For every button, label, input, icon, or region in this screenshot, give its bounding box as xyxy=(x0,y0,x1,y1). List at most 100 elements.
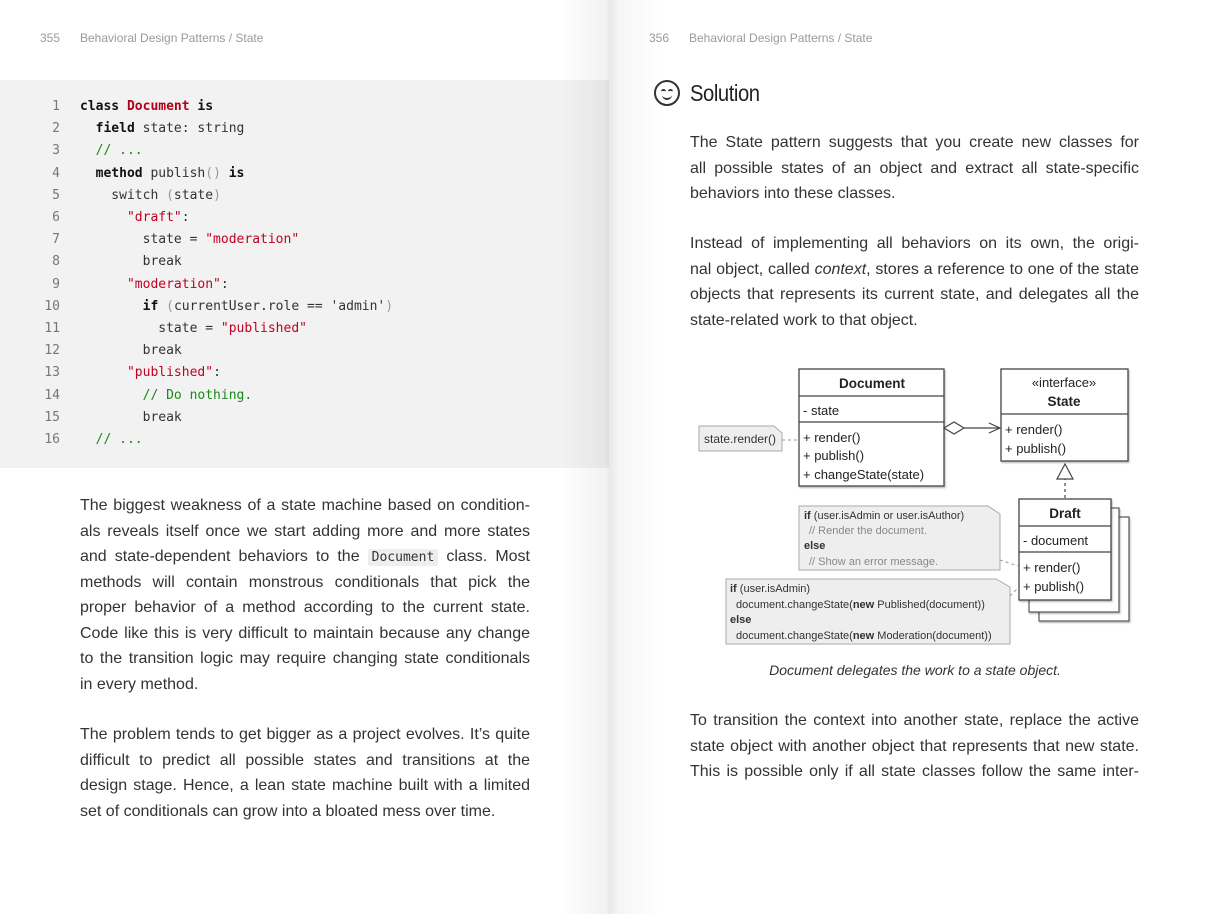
page-number: 355 xyxy=(40,31,61,45)
state-class-name: State xyxy=(1047,394,1081,409)
state-stereotype: «interface» xyxy=(1032,375,1096,390)
code-token: "published" xyxy=(126,365,214,381)
running-title: Behavioral Design Patterns / State xyxy=(80,31,264,45)
code-token: break xyxy=(80,254,182,270)
realization-arrow xyxy=(1056,462,1074,498)
text-line: proper behavior of a method according to… xyxy=(80,599,530,616)
paragraph-transition: To transition the context into another s… xyxy=(690,708,1139,785)
running-head-right: 356 Behavioral Design Patterns / State xyxy=(649,31,872,45)
code-token: ) xyxy=(385,298,394,314)
code-line: 14 // Do nothing. xyxy=(0,385,252,407)
code-token: if xyxy=(80,298,159,314)
code-line: 15 break xyxy=(0,407,181,429)
line-number: 9 xyxy=(52,276,60,292)
code-token: "published" xyxy=(220,321,307,336)
line-number: 10 xyxy=(44,298,60,314)
code-token: ( xyxy=(158,298,174,314)
code-token: ( xyxy=(166,187,174,203)
code-token: () xyxy=(205,165,221,181)
line-number: 12 xyxy=(44,343,60,359)
text-line: and state-dependent behaviors to the Doc… xyxy=(80,544,530,570)
inline-code: Document xyxy=(367,549,439,566)
code-line: 4 method publish() is xyxy=(0,163,244,185)
code-text: state = "moderation" xyxy=(80,229,300,251)
document-class-name: Document xyxy=(839,376,906,391)
code-token: // ... xyxy=(80,432,143,447)
line-number: 13 xyxy=(44,365,60,381)
text-line: Instead of implementing all behaviors on… xyxy=(690,235,1139,252)
code-token: : xyxy=(213,365,221,381)
code-line: 16 // ... xyxy=(0,429,142,451)
draft-method: + render() xyxy=(1023,560,1080,575)
text-run: , stores a reference to one of the state xyxy=(866,260,1139,278)
text-line: The problem tends to get bigger as a pro… xyxy=(80,726,530,743)
paragraph-solution-intro: The State pattern suggests that you crea… xyxy=(690,130,1139,207)
code-token: : xyxy=(220,276,229,292)
text-line: The biggest weakness of a state machine … xyxy=(80,497,530,514)
figure-caption: Document delegates the work to a state o… xyxy=(769,662,1061,678)
text-line: methods will contain monstrous condition… xyxy=(80,573,530,591)
code-token: Document xyxy=(126,99,190,114)
note-text: state.render() xyxy=(704,432,776,446)
line-number: 1 xyxy=(52,99,60,114)
line-number: 11 xyxy=(44,321,60,336)
code-token: class xyxy=(80,99,127,114)
line-number: 3 xyxy=(52,143,60,159)
text-line: als reveals itself once we start adding … xyxy=(80,522,530,540)
code-token: break xyxy=(80,409,182,425)
code-text: break xyxy=(80,340,182,362)
text-line: design stage. Hence, a lean state machin… xyxy=(80,777,530,794)
note-comment: // Show an error message. xyxy=(809,556,938,568)
code-token: // ... xyxy=(80,143,143,159)
text-line: state object with another object that re… xyxy=(690,737,1139,755)
text-run: nal object, called xyxy=(690,260,815,278)
line-number: 4 xyxy=(52,165,60,181)
note-else: else xyxy=(730,614,751,626)
code-text: class Document is xyxy=(80,96,213,118)
code-text: field state: string xyxy=(80,118,245,140)
line-number: 6 xyxy=(52,210,60,225)
code-token: // Do nothing. xyxy=(80,387,253,403)
code-token: is xyxy=(220,165,245,181)
code-line: 1 class Document is xyxy=(0,96,213,118)
code-token: state: string xyxy=(134,121,245,137)
code-token: switch xyxy=(80,187,167,203)
code-text: "published": xyxy=(80,362,221,384)
state-interface-box: «interface» State + render() + publish() xyxy=(1000,368,1129,462)
note-comment: // Render the document. xyxy=(809,525,927,537)
note-line: if (user.isAdmin or user.isAuthor) xyxy=(804,510,964,522)
note-line: if (user.isAdmin) xyxy=(730,583,810,595)
code-text: // ... xyxy=(80,429,143,451)
draft-method: + publish() xyxy=(1023,579,1084,594)
code-line: 5 switch (state) xyxy=(0,185,221,207)
code-text: "draft": xyxy=(80,207,190,229)
text-line: state-related work to that object. xyxy=(690,311,918,329)
code-token: field xyxy=(80,121,135,137)
running-head-left: 355 Behavioral Design Patterns / State xyxy=(40,31,263,45)
draft-class-name: Draft xyxy=(1049,506,1081,521)
draft-field: - document xyxy=(1023,533,1088,548)
running-title: Behavioral Design Patterns / State xyxy=(689,31,873,45)
code-text: state = "published" xyxy=(80,318,307,340)
code-text: break xyxy=(80,251,182,273)
section-heading: Solution xyxy=(654,78,769,108)
code-line: 12 break xyxy=(0,340,181,362)
text-line: Code like this is very difficult to main… xyxy=(80,624,530,642)
line-number: 2 xyxy=(52,121,60,137)
code-token: break xyxy=(80,343,182,359)
code-text: // ... xyxy=(80,140,143,162)
line-number: 5 xyxy=(52,187,60,203)
line-number: 7 xyxy=(52,232,60,248)
line-number: 14 xyxy=(44,387,60,403)
code-token: publish xyxy=(142,165,206,181)
code-token: "moderation" xyxy=(205,232,300,248)
code-token: state = xyxy=(80,232,206,248)
code-line: 8 break xyxy=(0,251,182,273)
text-line: difficult to predict all possible states… xyxy=(80,751,530,769)
code-token: "draft" xyxy=(126,210,182,225)
text-line: objects that represents its current stat… xyxy=(690,286,1139,303)
note-state-render: state.render() xyxy=(698,425,798,452)
paragraph-weakness: The biggest weakness of a state machine … xyxy=(80,493,530,697)
